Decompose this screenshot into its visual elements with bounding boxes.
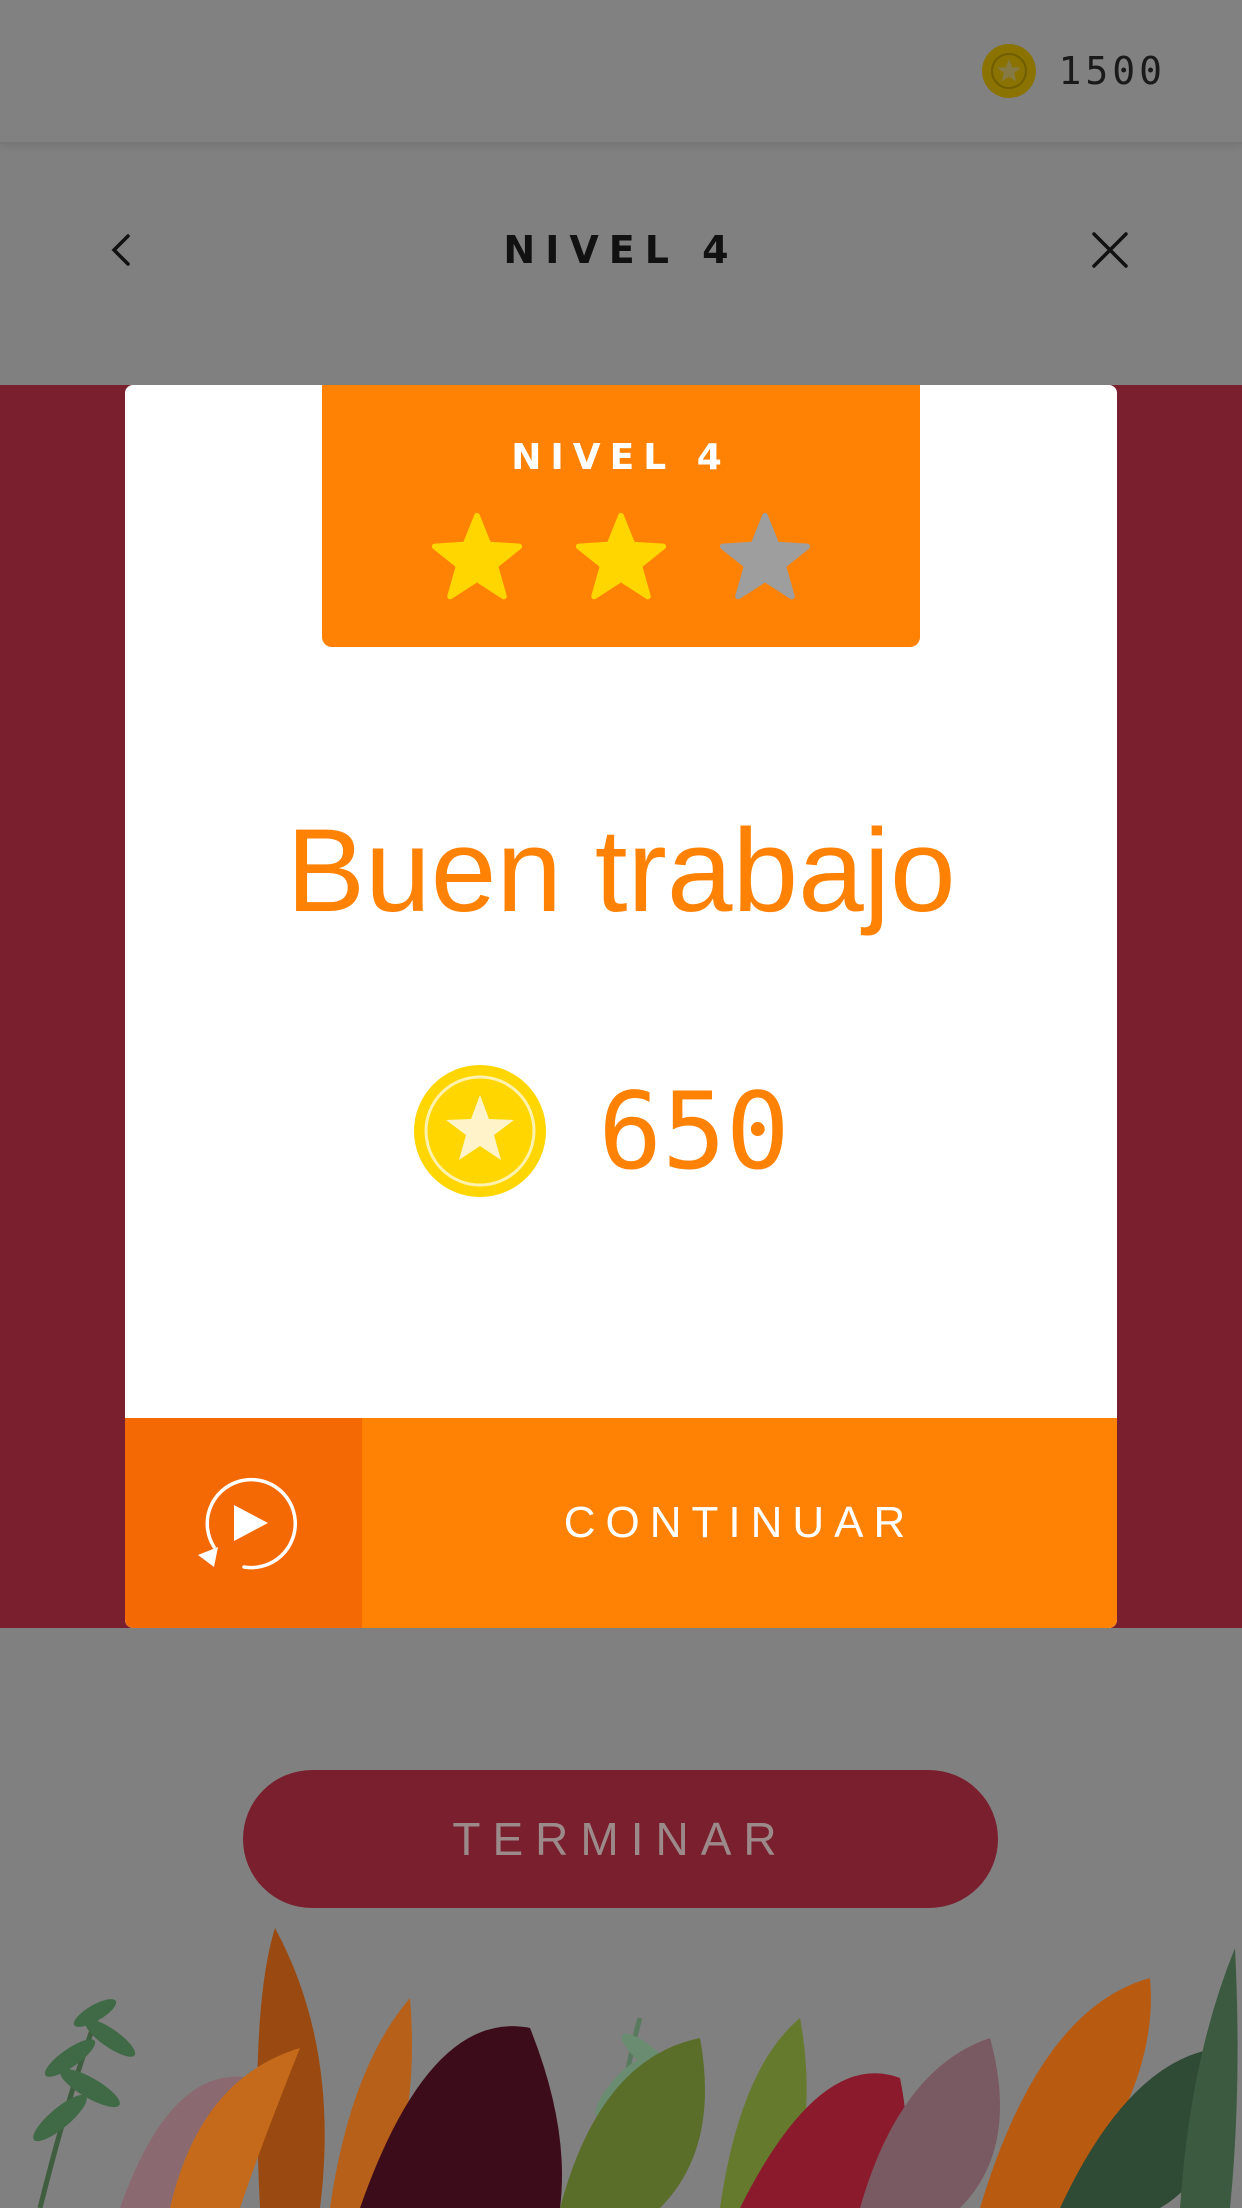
action-bar: CONTINUAR xyxy=(125,1418,1117,1628)
coin-star-icon xyxy=(982,44,1037,98)
coin-balance: 1500 xyxy=(982,42,1166,100)
level-complete-dialog: NIVEL 4 Buen trabajo 650 CONTINUAR xyxy=(125,385,1117,1628)
foliage-illustration xyxy=(33,1928,1238,2208)
coin-star-icon xyxy=(414,1065,547,1197)
close-icon[interactable] xyxy=(1088,228,1132,272)
level-badge: NIVEL 4 xyxy=(322,385,920,647)
coin-balance-value: 1500 xyxy=(1058,49,1166,93)
level-header: NIVEL 4 xyxy=(0,200,1242,300)
star-rating xyxy=(322,510,920,606)
level-complete-screen: 1500 NIVEL 4 NIVEL 4 Buen trabajo 650 CO… xyxy=(0,0,1242,2208)
result-headline: Buen trabajo xyxy=(286,805,956,937)
watch-video-button[interactable] xyxy=(125,1418,362,1628)
coin-reward: 650 xyxy=(125,1063,1117,1199)
top-bar: 1500 xyxy=(0,0,1242,144)
star-icon xyxy=(575,512,667,600)
badge-title: NIVEL 4 xyxy=(511,437,731,478)
star-empty-icon xyxy=(719,512,811,600)
page-title: NIVEL 4 xyxy=(503,228,739,272)
continue-button[interactable]: CONTINUAR xyxy=(362,1418,1117,1628)
reward-value: 650 xyxy=(598,1069,790,1193)
star-icon xyxy=(431,512,523,600)
replay-video-icon xyxy=(197,1477,297,1570)
